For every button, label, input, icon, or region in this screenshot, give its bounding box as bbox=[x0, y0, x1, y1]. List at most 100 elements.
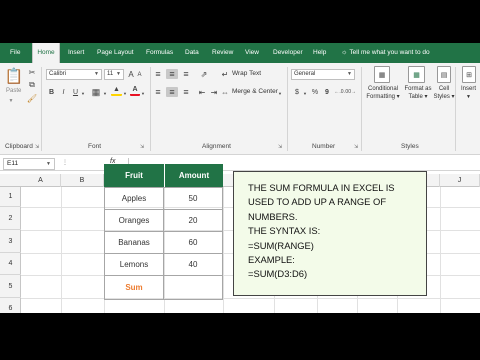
align-center-icon[interactable]: ≡ bbox=[166, 87, 178, 97]
align-right-icon[interactable]: ≡ bbox=[180, 87, 192, 97]
underline-button[interactable]: U bbox=[71, 87, 80, 97]
bold-button[interactable]: B bbox=[47, 87, 56, 97]
cut-icon[interactable]: ✂ bbox=[27, 67, 37, 77]
gridline bbox=[223, 187, 224, 313]
cell-fruit[interactable]: Oranges bbox=[104, 209, 164, 232]
align-left-icon[interactable]: ≡ bbox=[152, 87, 164, 97]
note-line: EXAMPLE: bbox=[248, 254, 295, 266]
fill-color-icon[interactable]: ▲ bbox=[111, 85, 122, 96]
number-launcher-icon[interactable]: ⇲ bbox=[354, 144, 358, 150]
copy-icon[interactable]: ⧉ bbox=[27, 80, 37, 90]
format-painter-icon[interactable]: 🖌 bbox=[27, 93, 37, 103]
cell-fruit[interactable]: Lemons bbox=[104, 253, 164, 276]
tab-help[interactable]: Help bbox=[313, 43, 326, 63]
name-box-value: E11 bbox=[7, 160, 19, 167]
conditional-formatting-icon[interactable]: ▦ bbox=[374, 66, 390, 83]
number-format-dropdown[interactable]: General ▼ bbox=[291, 69, 355, 80]
chevron-down-icon[interactable]: ▼ bbox=[140, 89, 146, 97]
explanation-textbox[interactable]: THE SUM FORMULA IN EXCEL IS USED TO ADD … bbox=[233, 171, 427, 296]
align-top-icon[interactable]: ≡ bbox=[152, 69, 164, 79]
row-header-1[interactable]: 1 bbox=[0, 187, 21, 207]
chevron-down-icon[interactable]: ▼ bbox=[122, 89, 128, 97]
row-header-5[interactable]: 5 bbox=[0, 275, 21, 298]
comma-style-icon[interactable]: 9 bbox=[322, 87, 332, 97]
cell-amount[interactable]: 50 bbox=[163, 187, 223, 210]
note-line: =SUM(D3:D6) bbox=[248, 268, 308, 280]
tab-developer[interactable]: Developer bbox=[273, 43, 303, 63]
font-size-dropdown[interactable]: 11 ▼ bbox=[104, 69, 124, 80]
cell-amount[interactable]: 20 bbox=[163, 209, 223, 232]
alignment-launcher-icon[interactable]: ⇲ bbox=[278, 144, 282, 150]
row-header-4[interactable]: 4 bbox=[0, 253, 21, 275]
decrease-indent-icon[interactable]: ⇤ bbox=[197, 87, 207, 97]
chevron-down-icon[interactable]: ▼ bbox=[80, 89, 86, 97]
wrap-text-button[interactable]: Wrap Text bbox=[232, 70, 261, 78]
format-as-table-button[interactable]: Format as Table ▾ bbox=[402, 85, 434, 101]
conditional-formatting-button[interactable]: Conditional Formatting ▾ bbox=[366, 85, 400, 101]
row-header-3[interactable]: 3 bbox=[0, 230, 21, 253]
row-header-2[interactable]: 2 bbox=[0, 207, 21, 230]
clipboard-launcher-icon[interactable]: ⇲ bbox=[35, 144, 39, 150]
align-middle-icon[interactable]: ≡ bbox=[166, 69, 178, 79]
increase-decimal-icon[interactable]: ←.0 bbox=[334, 87, 344, 97]
chevron-down-icon: ▼ bbox=[347, 71, 352, 77]
tab-file[interactable]: File bbox=[10, 43, 20, 63]
tab-insert[interactable]: Insert bbox=[68, 43, 84, 63]
header-amount[interactable]: Amount bbox=[164, 164, 223, 187]
name-box[interactable]: E11 ▼ bbox=[3, 158, 55, 170]
cell-amount[interactable]: 60 bbox=[163, 231, 223, 254]
chevron-down-icon[interactable]: ▼ bbox=[102, 89, 108, 97]
note-line: =SUM(RANGE) bbox=[248, 239, 314, 251]
tab-data[interactable]: Data bbox=[185, 43, 199, 63]
insert-cells-button[interactable]: Insert bbox=[461, 85, 476, 93]
chevron-down-icon: ▼ bbox=[116, 71, 121, 77]
note-line: THE SYNTAX IS: bbox=[248, 225, 321, 237]
tab-review[interactable]: Review bbox=[212, 43, 233, 63]
currency-icon[interactable]: $ bbox=[292, 87, 302, 97]
column-header-j[interactable]: J bbox=[440, 174, 480, 187]
sum-label-cell[interactable]: Sum bbox=[104, 275, 164, 300]
increase-indent-icon[interactable]: ⇥ bbox=[209, 87, 219, 97]
borders-icon[interactable]: ▦ bbox=[90, 87, 102, 97]
row-header-6[interactable]: 6 bbox=[0, 298, 21, 313]
decrease-decimal-icon[interactable]: .00→ bbox=[344, 87, 356, 97]
chevron-down-icon[interactable]: ▼ bbox=[277, 90, 283, 96]
font-launcher-icon[interactable]: ⇲ bbox=[140, 144, 144, 150]
insert-cells-icon[interactable]: ⊞ bbox=[462, 66, 476, 83]
merge-center-button[interactable]: Merge & Center bbox=[232, 88, 278, 96]
number-group-label: Number bbox=[312, 143, 336, 150]
tell-me-label: Tell me what you want to do bbox=[349, 49, 430, 56]
align-bottom-icon[interactable]: ≡ bbox=[180, 69, 192, 79]
paste-icon[interactable]: 📋 bbox=[5, 66, 24, 86]
clipboard-group-label: Clipboard bbox=[5, 143, 33, 150]
format-as-table-icon[interactable]: ▦ bbox=[408, 66, 425, 83]
font-color-icon[interactable]: A bbox=[130, 85, 140, 96]
header-fruit[interactable]: Fruit bbox=[104, 164, 164, 187]
wrap-text-icon[interactable]: ↵ bbox=[220, 69, 230, 79]
column-header-a[interactable]: A bbox=[21, 174, 61, 187]
paste-dropdown-icon[interactable]: ▼ bbox=[6, 97, 16, 105]
grow-font-icon[interactable]: A bbox=[127, 69, 135, 79]
merge-center-icon[interactable]: ⇔ bbox=[220, 87, 230, 97]
italic-button[interactable]: I bbox=[59, 87, 68, 97]
column-header-b[interactable]: B bbox=[61, 174, 104, 187]
percent-icon[interactable]: % bbox=[310, 87, 320, 97]
cell-fruit[interactable]: Bananas bbox=[104, 231, 164, 254]
font-name-dropdown[interactable]: Calibri ▼ bbox=[46, 69, 102, 80]
chevron-down-icon[interactable]: ▼ bbox=[302, 89, 308, 97]
tab-home[interactable]: Home bbox=[32, 43, 60, 63]
chevron-down-icon: ▼ bbox=[94, 71, 99, 77]
sum-value-cell[interactable] bbox=[163, 275, 223, 300]
tell-me-search[interactable]: ☼ Tell me what you want to do bbox=[341, 43, 430, 63]
cell-styles-button[interactable]: Cell Styles ▾ bbox=[432, 85, 456, 101]
cell-styles-icon[interactable]: ▤ bbox=[437, 66, 451, 83]
tab-page-layout[interactable]: Page Layout bbox=[97, 43, 134, 63]
cell-fruit[interactable]: Apples bbox=[104, 187, 164, 210]
chevron-down-icon[interactable]: ▼ bbox=[466, 93, 471, 101]
tab-formulas[interactable]: Formulas bbox=[146, 43, 173, 63]
tab-view[interactable]: View bbox=[245, 43, 259, 63]
orientation-icon[interactable]: ⇗ bbox=[197, 69, 211, 79]
row-headers: 1 2 3 4 5 6 7 bbox=[0, 187, 21, 313]
cell-amount[interactable]: 40 bbox=[163, 253, 223, 276]
shrink-font-icon[interactable]: A bbox=[136, 70, 143, 79]
